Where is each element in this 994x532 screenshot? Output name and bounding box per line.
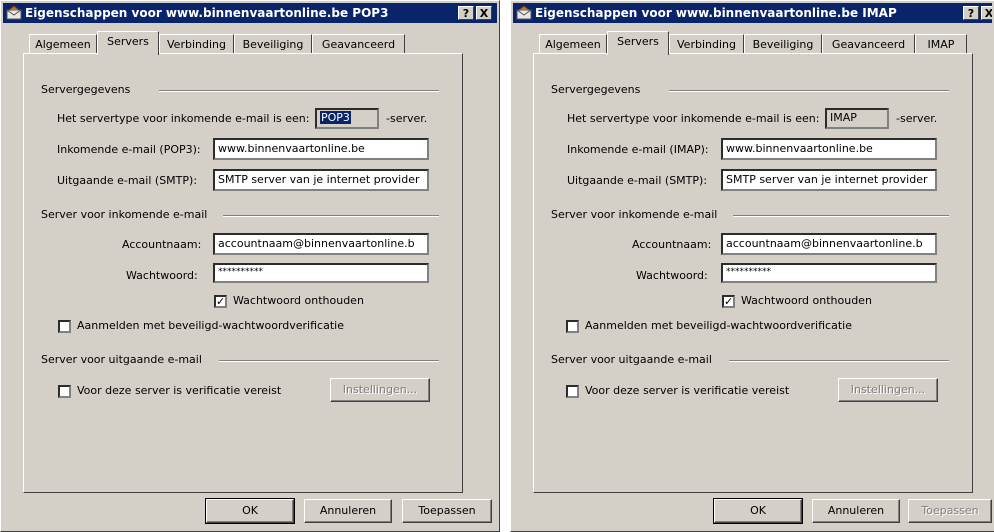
group-servergegevens: Servergegevens xyxy=(41,83,131,96)
tab-geavanceerd[interactable]: Geavanceerd xyxy=(822,34,915,54)
incoming-mail-label: Inkomende e-mail (IMAP): xyxy=(567,143,709,156)
auth-required-label: Voor deze server is verificatie vereist xyxy=(77,384,282,397)
remember-password-checkbox[interactable]: ✓ xyxy=(214,295,227,308)
tab-beveiliging[interactable]: Beveiliging xyxy=(234,34,312,54)
group-outgoing-server: Server voor uitgaande e-mail xyxy=(41,353,202,366)
tab-beveiliging[interactable]: Beveiliging xyxy=(744,34,822,54)
help-button[interactable]: ? xyxy=(963,6,979,20)
spa-label: Aanmelden met beveiligd-wachtwoordverifi… xyxy=(585,319,852,332)
settings-button[interactable]: Instellingen... xyxy=(838,378,938,402)
incoming-mail-input[interactable]: www.binnenvaartonline.be xyxy=(213,138,429,160)
separator xyxy=(669,90,949,92)
tab-servers[interactable]: Servers xyxy=(97,31,159,55)
spa-label: Aanmelden met beveiligd-wachtwoordverifi… xyxy=(77,319,344,332)
title-bar: Eigenschappen voor www.binnenvaartonline… xyxy=(513,3,992,23)
ok-button[interactable]: OK xyxy=(205,498,295,524)
incoming-mail-input[interactable]: www.binnenvaartonline.be xyxy=(721,138,937,160)
auth-required-checkbox[interactable] xyxy=(566,385,579,398)
title-bar: Eigenschappen voor www.binnenvaartonline… xyxy=(3,3,497,23)
server-type-text: IMAP xyxy=(830,111,857,124)
outgoing-mail-label: Uitgaande e-mail (SMTP): xyxy=(57,174,198,187)
server-type-value: POP3 xyxy=(315,108,379,129)
password-input[interactable]: ********** xyxy=(721,263,937,283)
group-servergegevens: Servergegevens xyxy=(551,83,641,96)
help-button[interactable]: ? xyxy=(458,6,474,20)
window-title: Eigenschappen voor www.binnenvaartonline… xyxy=(25,6,389,20)
incoming-mail-label: Inkomende e-mail (POP3): xyxy=(57,143,201,156)
apply-button[interactable]: Toepassen xyxy=(908,499,992,523)
server-type-suffix: -server. xyxy=(896,112,938,125)
outgoing-mail-input[interactable]: SMTP server van je internet provider xyxy=(213,169,429,191)
account-name-label: Accountnaam: xyxy=(632,238,712,251)
password-label: Wachtwoord: xyxy=(636,269,708,282)
server-type-value: IMAP xyxy=(825,108,889,129)
password-input[interactable]: ********** xyxy=(213,263,429,283)
outgoing-mail-label: Uitgaande e-mail (SMTP): xyxy=(567,174,708,187)
separator xyxy=(159,90,439,92)
tab-geavanceerd[interactable]: Geavanceerd xyxy=(312,34,405,54)
settings-button[interactable]: Instellingen... xyxy=(330,378,430,402)
group-outgoing-server: Server voor uitgaande e-mail xyxy=(551,353,712,366)
outgoing-mail-input[interactable]: SMTP server van je internet provider xyxy=(721,169,937,191)
separator xyxy=(729,360,949,362)
auth-required-label: Voor deze server is verificatie vereist xyxy=(585,384,790,397)
account-name-input[interactable]: accountnaam@binnenvaartonline.b xyxy=(213,233,429,255)
mail-account-icon xyxy=(516,5,532,20)
tab-verbinding[interactable]: Verbinding xyxy=(159,34,234,54)
remember-password-checkbox[interactable]: ✓ xyxy=(722,295,735,308)
server-type-text: POP3 xyxy=(320,111,351,124)
server-type-label: Het servertype voor inkomende e-mail is … xyxy=(57,112,310,125)
auth-required-checkbox[interactable] xyxy=(58,385,71,398)
tab-servers[interactable]: Servers xyxy=(607,31,669,55)
password-label: Wachtwoord: xyxy=(126,269,198,282)
tab-algemeen[interactable]: Algemeen xyxy=(539,34,607,54)
apply-button[interactable]: Toepassen xyxy=(402,499,492,523)
cancel-button[interactable]: Annuleren xyxy=(304,499,392,523)
imap-properties-dialog: Eigenschappen voor www.binnenvaartonline… xyxy=(510,0,994,532)
pop3-properties-dialog: Eigenschappen voor www.binnenvaartonline… xyxy=(0,0,500,532)
separator xyxy=(733,215,949,217)
separator xyxy=(223,215,439,217)
close-button[interactable]: X xyxy=(981,6,992,20)
account-name-label: Accountnaam: xyxy=(122,238,202,251)
group-incoming-server: Server voor inkomende e-mail xyxy=(551,208,718,221)
group-incoming-server: Server voor inkomende e-mail xyxy=(41,208,208,221)
tab-verbinding[interactable]: Verbinding xyxy=(669,34,744,54)
ok-button[interactable]: OK xyxy=(713,498,803,524)
cancel-button[interactable]: Annuleren xyxy=(812,499,900,523)
spa-checkbox[interactable] xyxy=(58,320,71,333)
tab-algemeen[interactable]: Algemeen xyxy=(29,34,97,54)
server-type-suffix: -server. xyxy=(386,112,428,125)
remember-password-label: Wachtwoord onthouden xyxy=(741,294,872,307)
server-type-label: Het servertype voor inkomende e-mail is … xyxy=(567,112,820,125)
window-title: Eigenschappen voor www.binnenvaartonline… xyxy=(535,6,897,20)
account-name-input[interactable]: accountnaam@binnenvaartonline.b xyxy=(721,233,937,255)
mail-account-icon xyxy=(6,5,22,20)
remember-password-label: Wachtwoord onthouden xyxy=(233,294,364,307)
separator xyxy=(219,360,439,362)
close-button[interactable]: X xyxy=(476,6,492,20)
tab-imap[interactable]: IMAP xyxy=(915,34,967,54)
spa-checkbox[interactable] xyxy=(566,320,579,333)
